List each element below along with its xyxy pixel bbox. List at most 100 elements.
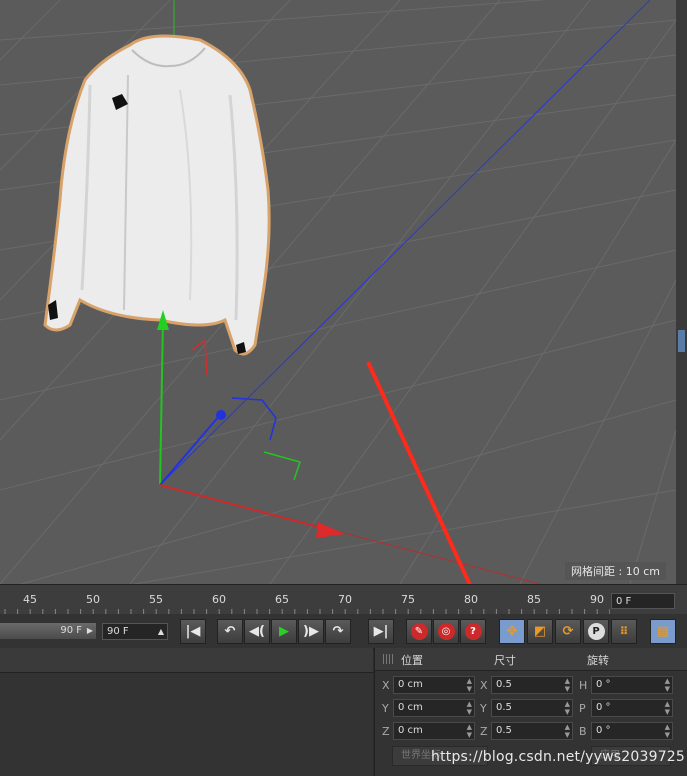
position-header: 位置: [401, 654, 423, 667]
record-keys-button[interactable]: ✎: [406, 619, 432, 644]
field-value: 0.5: [496, 725, 512, 736]
spinner-icon[interactable]: ▲ ▼: [565, 723, 570, 739]
tick-label: 65: [275, 593, 289, 606]
question-icon: ?: [464, 623, 482, 640]
pos-axis-label: X: [382, 679, 390, 692]
jacket-model[interactable]: [43, 34, 271, 356]
go-to-start-button[interactable]: |◀: [180, 619, 206, 644]
field-value: 0.5: [496, 679, 512, 690]
spinner-icon: ▲: [157, 627, 164, 636]
field-value: 0 cm: [398, 725, 423, 736]
rot-axis-label: H: [579, 679, 588, 692]
object-manager-panel: [0, 648, 373, 776]
rotation-h-field[interactable]: 0 ° ▲ ▼: [591, 676, 673, 694]
viewport-scene: [0, 0, 676, 584]
step-forward-key-button[interactable]: ↷: [325, 619, 351, 644]
scale-icon: ◩: [533, 624, 547, 639]
size-axis-label: Z: [480, 725, 488, 738]
key-pla-toggle[interactable]: ⠿: [611, 619, 637, 644]
rot-axis-label: P: [579, 702, 586, 715]
play-arrow-icon: ▶: [86, 626, 93, 635]
grid-spacing-readout: 网格间距 : 10 cm: [565, 562, 666, 580]
p-icon: P: [587, 623, 605, 640]
tick-label: 45: [23, 593, 37, 606]
position-z-field[interactable]: 0 cm ▲ ▼: [393, 722, 475, 740]
film-icon: ▤: [656, 624, 670, 639]
range-end-label: 90 F: [60, 625, 82, 636]
move-arrows-icon: ✥: [506, 624, 518, 639]
timeline-settings-button[interactable]: ▤: [650, 619, 676, 644]
rotation-header: 旋转: [587, 654, 609, 667]
transport-bar: 90 F ▶ 90 F ▲ |◀ ↶ ◀( ▶ )▶ ↷ ▶| ✎ ◎ ? ✥ ◩ …: [0, 614, 687, 649]
field-value: 0 °: [596, 725, 611, 736]
spinner-icon[interactable]: ▲ ▼: [467, 677, 472, 693]
step-back-key-button[interactable]: ↶: [217, 619, 243, 644]
spinner-icon[interactable]: ▲ ▼: [665, 723, 670, 739]
prev-frame-icon: ◀(: [249, 624, 265, 639]
size-axis-label: Y: [480, 702, 487, 715]
go-to-end-button[interactable]: ▶|: [368, 619, 394, 644]
tick-label: 80: [464, 593, 478, 606]
step-forward-frame-button[interactable]: )▶: [298, 619, 324, 644]
prev-key-icon: ↶: [224, 624, 236, 639]
timeline-ruler[interactable]: 45 50 55 60 65 70 75 80 85 90: [0, 584, 687, 615]
field-value: 0 °: [596, 679, 611, 690]
scroll-thumb[interactable]: [678, 330, 685, 352]
position-x-field[interactable]: 0 cm ▲ ▼: [393, 676, 475, 694]
spinner-icon[interactable]: ▲ ▼: [665, 677, 670, 693]
tick-label: 60: [212, 593, 226, 606]
coordinates-header: 位置 尺寸 旋转: [375, 648, 687, 671]
viewport-side-scrollbar[interactable]: [676, 0, 687, 584]
field-value: 0 °: [596, 702, 611, 713]
step-back-frame-button[interactable]: ◀(: [244, 619, 270, 644]
tick-label: 75: [401, 593, 415, 606]
key-scale-toggle[interactable]: ◩: [527, 619, 553, 644]
spinner-icon[interactable]: ▲ ▼: [565, 677, 570, 693]
skip-forward-icon: ▶|: [373, 624, 389, 639]
panel-toolbar: [0, 648, 373, 673]
tick-label: 70: [338, 593, 352, 606]
rot-axis-label: B: [579, 725, 587, 738]
position-y-field[interactable]: 0 cm ▲ ▼: [393, 699, 475, 717]
pos-axis-label: Y: [382, 702, 389, 715]
auto-key-button[interactable]: ◎: [433, 619, 459, 644]
next-key-icon: ↷: [332, 624, 344, 639]
watermark-text: https://blog.csdn.net/yyws2039725: [431, 749, 686, 765]
auto-key-icon: ◎: [437, 623, 455, 640]
key-rotation-toggle[interactable]: ⟳: [555, 619, 581, 644]
spinner-icon[interactable]: ▲ ▼: [565, 700, 570, 716]
skip-back-icon: |◀: [185, 624, 201, 639]
record-key-icon: ✎: [410, 623, 428, 640]
pos-axis-label: Z: [382, 725, 390, 738]
grid-dots-icon: ⠿: [619, 625, 629, 638]
play-icon: ▶: [279, 624, 289, 639]
size-z-field[interactable]: 0.5 ▲ ▼: [491, 722, 573, 740]
size-axis-label: X: [480, 679, 488, 692]
end-frame-field[interactable]: 90 F ▲: [102, 623, 168, 640]
rotation-p-field[interactable]: 0 ° ▲ ▼: [591, 699, 673, 717]
current-frame-field[interactable]: 0 F: [611, 593, 675, 609]
3d-viewport[interactable]: 网格间距 : 10 cm: [0, 0, 676, 584]
tick-label: 55: [149, 593, 163, 606]
size-x-field[interactable]: 0.5 ▲ ▼: [491, 676, 573, 694]
key-position-toggle[interactable]: ✥: [499, 619, 525, 644]
key-parameter-toggle[interactable]: P: [583, 619, 609, 644]
field-value: 0 cm: [398, 679, 423, 690]
field-value: 0.5: [496, 702, 512, 713]
rotate-icon: ⟳: [562, 624, 574, 639]
key-selection-button[interactable]: ?: [460, 619, 486, 644]
annotation-arrow: [366, 361, 472, 584]
spinner-icon[interactable]: ▲ ▼: [467, 723, 472, 739]
spinner-icon[interactable]: ▲ ▼: [467, 700, 472, 716]
tick-label: 90: [590, 593, 604, 606]
size-header: 尺寸: [494, 654, 516, 667]
preview-range-slider[interactable]: 90 F ▶: [0, 623, 96, 639]
end-frame-value: 90 F: [107, 626, 129, 637]
next-frame-icon: )▶: [303, 624, 319, 639]
rotation-b-field[interactable]: 0 ° ▲ ▼: [591, 722, 673, 740]
field-value: 0 cm: [398, 702, 423, 713]
size-y-field[interactable]: 0.5 ▲ ▼: [491, 699, 573, 717]
spinner-icon[interactable]: ▲ ▼: [665, 700, 670, 716]
panel-grip-icon[interactable]: [383, 654, 395, 664]
play-button[interactable]: ▶: [271, 619, 297, 644]
